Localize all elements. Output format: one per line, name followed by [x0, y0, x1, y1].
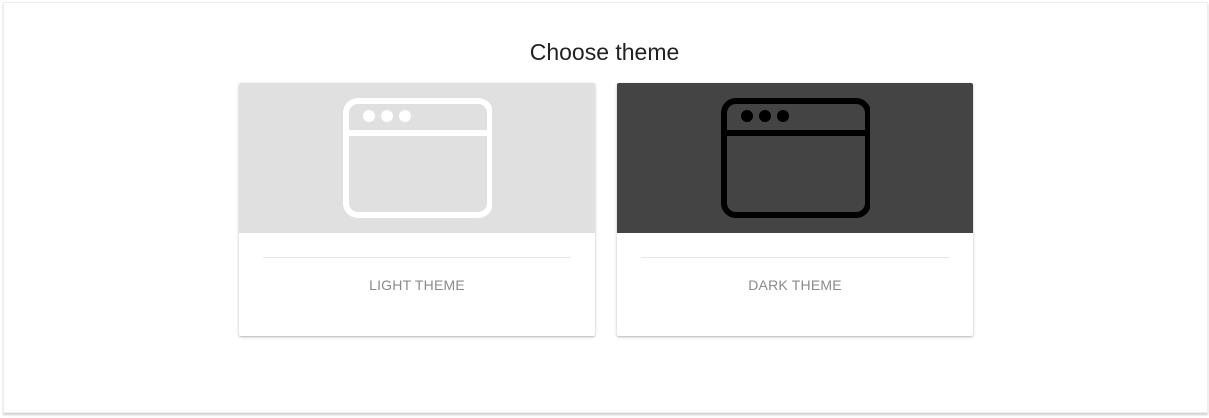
- card-divider: [263, 257, 571, 258]
- light-theme-preview: [239, 83, 595, 233]
- card-divider: [641, 257, 949, 258]
- dark-theme-card[interactable]: DARK THEME: [617, 83, 973, 336]
- dark-theme-preview: [617, 83, 973, 233]
- light-theme-label: LIGHT THEME: [369, 277, 465, 293]
- page-title: Choose theme: [529, 39, 680, 65]
- browser-window-icon: [721, 98, 870, 218]
- dark-theme-label: DARK THEME: [748, 277, 842, 293]
- light-theme-card[interactable]: LIGHT THEME: [239, 83, 595, 336]
- browser-window-icon: [343, 98, 492, 218]
